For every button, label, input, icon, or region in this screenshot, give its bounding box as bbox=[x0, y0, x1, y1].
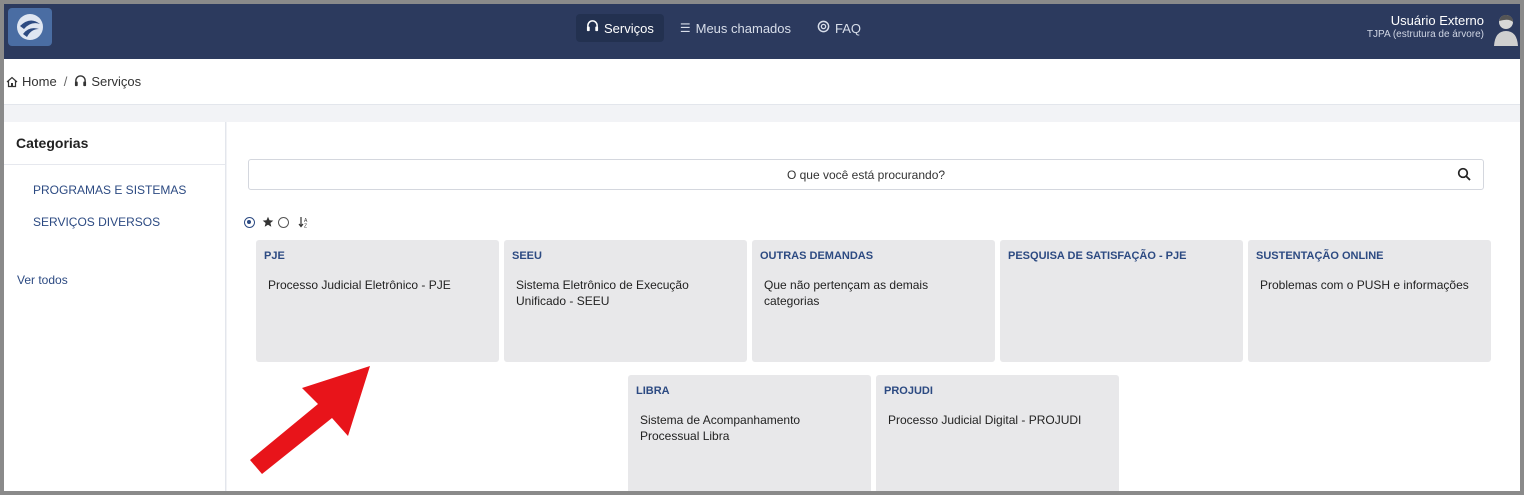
list-icon: ☰ bbox=[679, 21, 691, 35]
sidebar-item-programas-e-sistemas[interactable]: PROGRAMAS E SISTEMAS bbox=[4, 183, 186, 197]
headset-icon bbox=[586, 20, 599, 36]
card-description: Sistema de Acompanhamento Processual Lib… bbox=[640, 413, 801, 443]
avatar[interactable] bbox=[1492, 12, 1518, 46]
card-title: OUTRAS DEMANDAS bbox=[760, 250, 874, 262]
card-title: PROJUDI bbox=[884, 385, 933, 397]
favorites-radio[interactable] bbox=[278, 216, 289, 228]
service-card-pje[interactable]: PJE Processo Judicial Eletrônico - PJE bbox=[256, 240, 499, 362]
card-title: LIBRA bbox=[636, 385, 670, 397]
categories-sidebar: Categorias PROGRAMAS E SISTEMAS SERVIÇOS… bbox=[4, 122, 226, 491]
card-title: SUSTENTAÇÃO ONLINE bbox=[1256, 250, 1384, 262]
star-icon bbox=[262, 216, 274, 227]
breadcrumb-home-label: Home bbox=[22, 74, 57, 89]
view-filters: AZ bbox=[244, 216, 310, 228]
sidebar-item-servicos-diversos[interactable]: SERVIÇOS DIVERSOS bbox=[4, 215, 160, 229]
service-card-seeu[interactable]: SEEU Sistema Eletrônico de Execução Unif… bbox=[504, 240, 747, 362]
top-navbar: Serviços ☰ Meus chamados FAQ Usuário Ext… bbox=[4, 4, 1520, 59]
card-description: Processo Judicial Digital - PROJUDI bbox=[888, 413, 1082, 427]
breadcrumb-current: Serviços bbox=[74, 74, 141, 89]
card-title: SEEU bbox=[512, 250, 542, 262]
nav-meus-chamados[interactable]: ☰ Meus chamados bbox=[670, 15, 801, 42]
nav-meus-chamados-label: Meus chamados bbox=[695, 20, 792, 36]
nav-faq-label: FAQ bbox=[835, 20, 862, 36]
card-title: PJE bbox=[264, 250, 285, 262]
services-panel: AZ PJE Processo Judicial Eletrônico - PJ… bbox=[227, 122, 1520, 491]
logo-icon bbox=[17, 14, 43, 40]
app-window: Serviços ☰ Meus chamados FAQ Usuário Ext… bbox=[4, 4, 1520, 491]
sort-icon[interactable]: AZ bbox=[298, 216, 310, 228]
lifebuoy-icon bbox=[817, 20, 830, 36]
annotation-arrow-icon bbox=[250, 366, 370, 474]
card-description: Sistema Eletrônico de Execução Unificado… bbox=[516, 278, 689, 308]
home-icon bbox=[6, 76, 18, 87]
search-icon[interactable] bbox=[1457, 167, 1471, 181]
service-card-sustentacao-online[interactable]: SUSTENTAÇÃO ONLINE Problemas com o PUSH … bbox=[1248, 240, 1491, 362]
search-input[interactable] bbox=[249, 167, 1483, 182]
card-description: Que não pertençam as demais categorias bbox=[764, 278, 929, 308]
service-card-outras-demandas[interactable]: OUTRAS DEMANDAS Que não pertençam as dem… bbox=[752, 240, 995, 362]
sidebar-title: Categorias bbox=[4, 122, 225, 165]
user-org: TJPA (estrutura de árvore) bbox=[1366, 29, 1484, 40]
card-description: Processo Judicial Eletrônico - PJE bbox=[268, 278, 451, 292]
app-logo[interactable] bbox=[8, 8, 52, 46]
svg-text:Z: Z bbox=[304, 224, 307, 229]
card-title: PESQUISA DE SATISFAÇÃO - PJE bbox=[1008, 250, 1187, 262]
user-name: Usuário Externo bbox=[1390, 13, 1484, 28]
headset-icon bbox=[75, 75, 87, 87]
nav-faq[interactable]: FAQ bbox=[807, 14, 871, 42]
breadcrumb-home[interactable]: Home bbox=[6, 74, 57, 89]
search-box bbox=[248, 159, 1484, 190]
service-card-pesquisa-satisfacao-pje[interactable]: PESQUISA DE SATISFAÇÃO - PJE bbox=[1000, 240, 1243, 362]
breadcrumb: Home / Serviços bbox=[4, 59, 1520, 105]
nav-servicos-label: Serviços bbox=[604, 20, 654, 36]
view-all-link[interactable]: Ver todos bbox=[17, 273, 68, 287]
user-menu[interactable]: Usuário Externo TJPA (estrutura de árvor… bbox=[1367, 13, 1484, 40]
breadcrumb-separator: / bbox=[63, 74, 68, 89]
service-card-projudi[interactable]: PROJUDI Processo Judicial Digital - PROJ… bbox=[876, 375, 1119, 491]
service-card-libra[interactable]: LIBRA Sistema de Acompanhamento Processu… bbox=[628, 375, 871, 491]
main-nav: Serviços ☰ Meus chamados FAQ bbox=[576, 4, 871, 52]
nav-servicos[interactable]: Serviços bbox=[576, 14, 664, 42]
all-services-radio[interactable] bbox=[244, 216, 255, 228]
card-description: Problemas com o PUSH e informações bbox=[1260, 278, 1469, 292]
breadcrumb-current-label: Serviços bbox=[91, 74, 142, 89]
